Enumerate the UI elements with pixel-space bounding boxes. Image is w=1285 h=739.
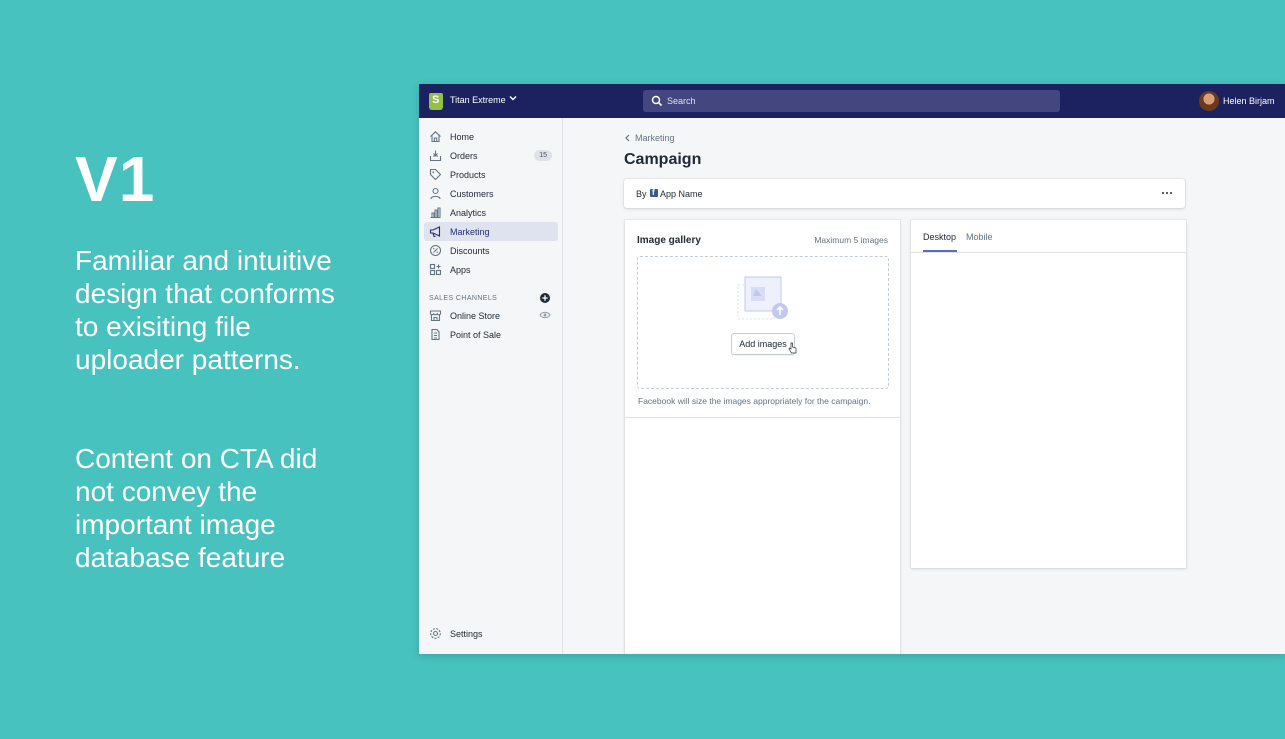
gear-icon <box>430 628 441 639</box>
slide-heading: V1 <box>75 143 156 215</box>
slide-paragraph-1: Familiar and intuitive design that confo… <box>75 245 335 375</box>
pos-icon <box>431 328 440 341</box>
sidebar-item-products[interactable]: Products <box>424 165 558 184</box>
sidebar-item-label: Analytics <box>450 208 487 218</box>
user-avatar[interactable] <box>1199 91 1219 111</box>
sales-channels-heading: SALES CHANNELS <box>429 295 498 302</box>
store-logo-icon[interactable] <box>429 93 443 110</box>
sidebar-item-label: Settings <box>450 629 483 639</box>
breadcrumb[interactable]: Marketing <box>635 133 675 143</box>
sidebar-item-analytics[interactable]: Analytics <box>424 203 558 222</box>
sidebar-item-label: Products <box>450 170 486 180</box>
sidebar-item-marketing[interactable]: Marketing <box>424 222 558 241</box>
sidebar-item-apps[interactable]: Apps <box>424 260 558 279</box>
sidebar-item-customers[interactable]: Customers <box>424 184 558 203</box>
sidebar-item-label: Online Store <box>450 311 501 321</box>
tab-desktop[interactable]: Desktop <box>923 232 956 252</box>
sidebar: Home Orders 15 Products Customers Analyt… <box>419 118 563 654</box>
sidebar-item-label: Apps <box>450 265 471 275</box>
page-title: Campaign <box>624 151 702 168</box>
store-name[interactable]: Titan Extreme <box>450 95 506 105</box>
search-icon <box>651 95 663 107</box>
person-icon <box>430 187 441 200</box>
app-name: App Name <box>660 189 703 199</box>
sidebar-item-point-of-sale[interactable]: Point of Sale <box>424 325 558 344</box>
sidebar-item-label: Point of Sale <box>450 330 502 340</box>
divider <box>625 417 900 418</box>
sidebar-item-online-store[interactable]: Online Store <box>424 306 558 325</box>
top-bar: Titan Extreme Search Helen Birjam <box>419 84 1285 118</box>
gallery-title: Image gallery <box>637 235 701 246</box>
sidebar-item-label: Marketing <box>450 227 490 237</box>
sidebar-item-settings[interactable]: Settings <box>424 624 558 643</box>
home-icon <box>430 131 441 143</box>
image-gallery-card: Image gallery Maximum 5 images Add image… <box>625 220 900 654</box>
sidebar-item-discounts[interactable]: Discounts <box>424 241 558 260</box>
sidebar-item-label: Customers <box>450 189 494 199</box>
sidebar-item-label: Home <box>450 132 475 142</box>
chevron-left-icon[interactable] <box>624 134 631 142</box>
more-actions-icon[interactable] <box>1161 188 1173 198</box>
search-input[interactable]: Search <box>643 90 1060 112</box>
add-images-button[interactable]: Add images <box>731 333 795 355</box>
chevron-down-icon[interactable] <box>508 93 518 103</box>
discount-icon <box>429 244 442 257</box>
slide-paragraph-2: Content on CTA did not convey the import… <box>75 443 318 573</box>
app-byline-bar: By App Name <box>624 179 1185 208</box>
ad-preview-card: Desktop Mobile <box>911 220 1186 568</box>
tab-mobile[interactable]: Mobile <box>966 232 993 252</box>
add-channel-icon[interactable] <box>539 292 551 304</box>
megaphone-icon <box>429 226 441 238</box>
admin-window: Titan Extreme Search Helen Birjam Home O… <box>419 84 1285 654</box>
image-dropzone[interactable]: Add images <box>637 256 889 389</box>
sidebar-item-label: Orders <box>450 151 478 161</box>
by-label: By <box>636 189 647 199</box>
search-placeholder: Search <box>667 96 696 106</box>
user-name[interactable]: Helen Birjam <box>1223 96 1275 106</box>
eye-icon[interactable] <box>539 310 551 320</box>
sidebar-item-home[interactable]: Home <box>424 127 558 146</box>
divider <box>911 252 1186 253</box>
tag-icon <box>429 168 442 181</box>
gallery-helper-text: Facebook will size the images appropriat… <box>638 396 871 406</box>
apps-icon <box>429 263 442 276</box>
pointer-cursor-icon <box>788 342 797 354</box>
bar-chart-icon <box>430 207 441 219</box>
store-icon <box>429 310 442 322</box>
orders-count-badge: 15 <box>534 150 552 161</box>
gallery-max-label: Maximum 5 images <box>814 235 888 245</box>
orders-icon <box>429 150 442 162</box>
sidebar-item-orders[interactable]: Orders 15 <box>424 146 558 165</box>
sidebar-item-label: Discounts <box>450 246 490 256</box>
image-upload-icon <box>737 276 788 320</box>
facebook-icon <box>650 188 658 197</box>
